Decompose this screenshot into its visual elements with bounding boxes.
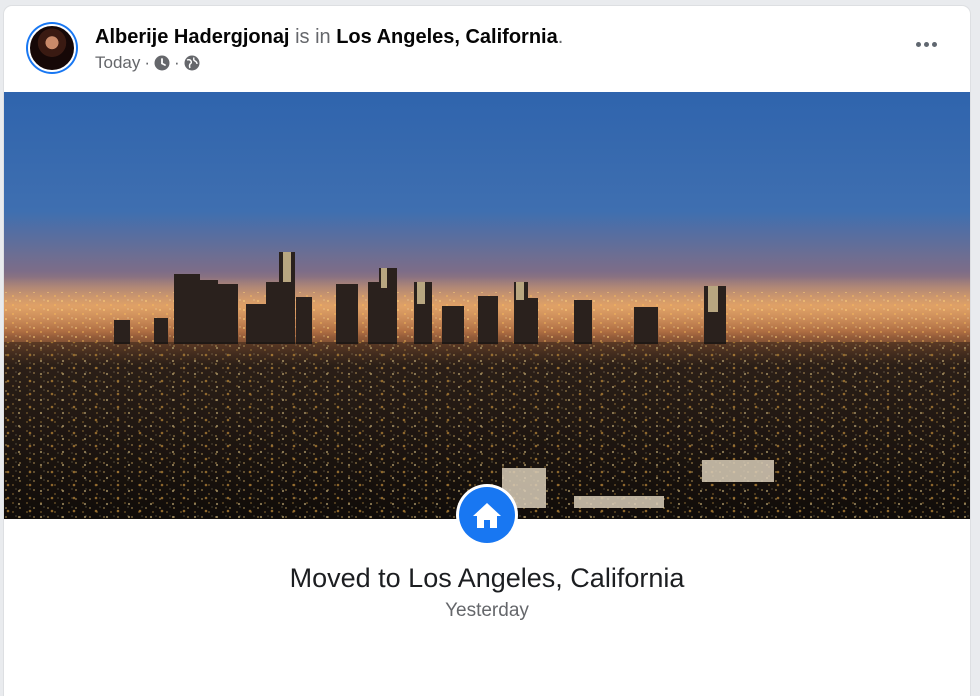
title-period: . — [557, 26, 564, 48]
meta-separator: · — [174, 53, 180, 72]
avatar[interactable] — [26, 22, 78, 74]
more-horizontal-icon — [923, 41, 929, 47]
avatar-image — [28, 24, 76, 72]
life-event-badge — [456, 484, 518, 546]
more-options-button[interactable] — [908, 32, 944, 56]
los-angeles-skyline-photo[interactable] — [4, 92, 970, 519]
author-name[interactable]: Alberije Hadergjonaj — [95, 26, 290, 48]
connector-text: is in — [295, 26, 331, 48]
post-title: Alberije Hadergjonaj is in Los Angeles, … — [95, 25, 563, 49]
more-horizontal-icon — [915, 41, 921, 47]
clock-icon — [154, 55, 170, 71]
life-event-badge-circle — [459, 487, 515, 543]
location-link[interactable]: Los Angeles, California — [336, 26, 558, 48]
life-event-date: Yesterday — [445, 600, 529, 621]
meta-separator: · — [144, 53, 151, 72]
globe-icon[interactable] — [184, 55, 200, 71]
post-card: Alberije Hadergjonaj is in Los Angeles, … — [4, 6, 970, 696]
home-icon — [473, 503, 501, 528]
timestamp[interactable]: Today — [95, 53, 140, 73]
post-meta: Today · · — [95, 53, 200, 73]
more-horizontal-icon — [931, 41, 937, 47]
post-header: Alberije Hadergjonaj is in Los Angeles, … — [4, 6, 970, 92]
life-event-title: Moved to Los Angeles, California — [289, 563, 685, 593]
